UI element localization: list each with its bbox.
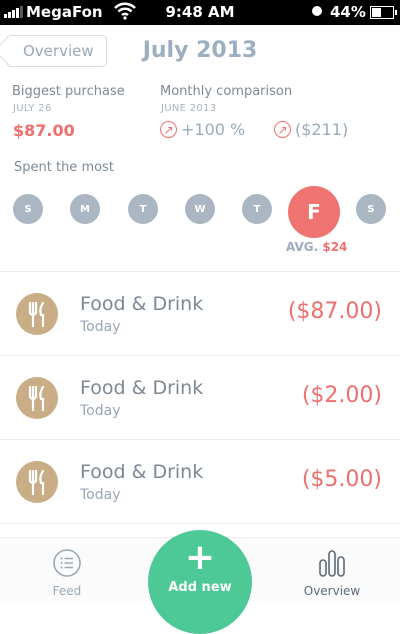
day-saturday[interactable]: S [356,194,386,224]
trend-up-icon: ↗ [274,121,291,138]
tab-feed[interactable]: Feed [7,538,127,601]
transaction-date: Today [80,319,121,335]
spent-most-label: Spent the most [14,160,114,175]
day-sunday[interactable]: S [13,194,43,224]
page-title: July 2013 [142,38,258,63]
transaction-category: Food & Drink [80,293,204,315]
fork-knife-icon [16,293,58,335]
monthly-comparison-label: Monthly comparison [160,84,293,99]
comparison-amount: ↗ ($211) [274,120,348,139]
transaction-category: Food & Drink [80,461,204,483]
tab-overview[interactable]: Overview [272,538,392,601]
biggest-purchase-value: $87.00 [13,121,75,140]
battery-icon [370,6,397,19]
list-item[interactable]: Food & Drink Today ($87.00) [0,271,400,355]
average-spend: AVG. $24 [286,240,347,254]
fork-knife-icon [16,377,58,419]
monthly-comparison-date: JUNE 2013 [161,103,217,114]
bar-chart-icon [319,550,345,577]
comparison-amount-value: ($211) [295,120,349,139]
fork-knife-icon [16,461,58,503]
status-bar: MegaFon 9:48 AM 44% [0,0,400,25]
nav-bar: Overview July 2013 [0,25,400,80]
list-icon [53,549,81,577]
day-wednesday[interactable]: W [185,194,215,224]
biggest-purchase-date: JULY 26 [13,103,52,114]
comparison-percent-value: +100 % [181,120,246,139]
transaction-category: Food & Drink [80,377,204,399]
transaction-amount: ($2.00) [301,383,382,408]
plus-icon: + [184,537,216,578]
tab-overview-label: Overview [303,584,361,598]
list-item[interactable]: Food & Drink Today ($2.00) [0,355,400,439]
day-monday[interactable]: M [70,194,100,224]
transaction-list: Food & Drink Today ($87.00) Food & Drink… [0,271,400,524]
transaction-date: Today [80,487,121,503]
add-new-button[interactable]: + Add new [148,530,252,634]
day-friday[interactable]: F [288,186,340,238]
trend-up-icon: ↗ [160,121,177,138]
average-value: $24 [322,240,348,254]
clock-icon [312,6,322,16]
comparison-percent: ↗ +100 % [160,120,245,139]
list-divider [0,523,400,524]
biggest-purchase-label: Biggest purchase [12,84,125,99]
average-label: AVG. [286,240,319,254]
add-new-label: Add new [168,580,232,595]
day-tuesday[interactable]: T [128,194,158,224]
transaction-amount: ($87.00) [287,299,382,324]
transaction-amount: ($5.00) [301,467,382,492]
list-item[interactable]: Food & Drink Today ($5.00) [0,439,400,523]
transaction-date: Today [80,403,121,419]
day-thursday[interactable]: T [242,194,272,224]
battery-percent: 44% [330,3,366,21]
tab-feed-label: Feed [52,584,82,598]
